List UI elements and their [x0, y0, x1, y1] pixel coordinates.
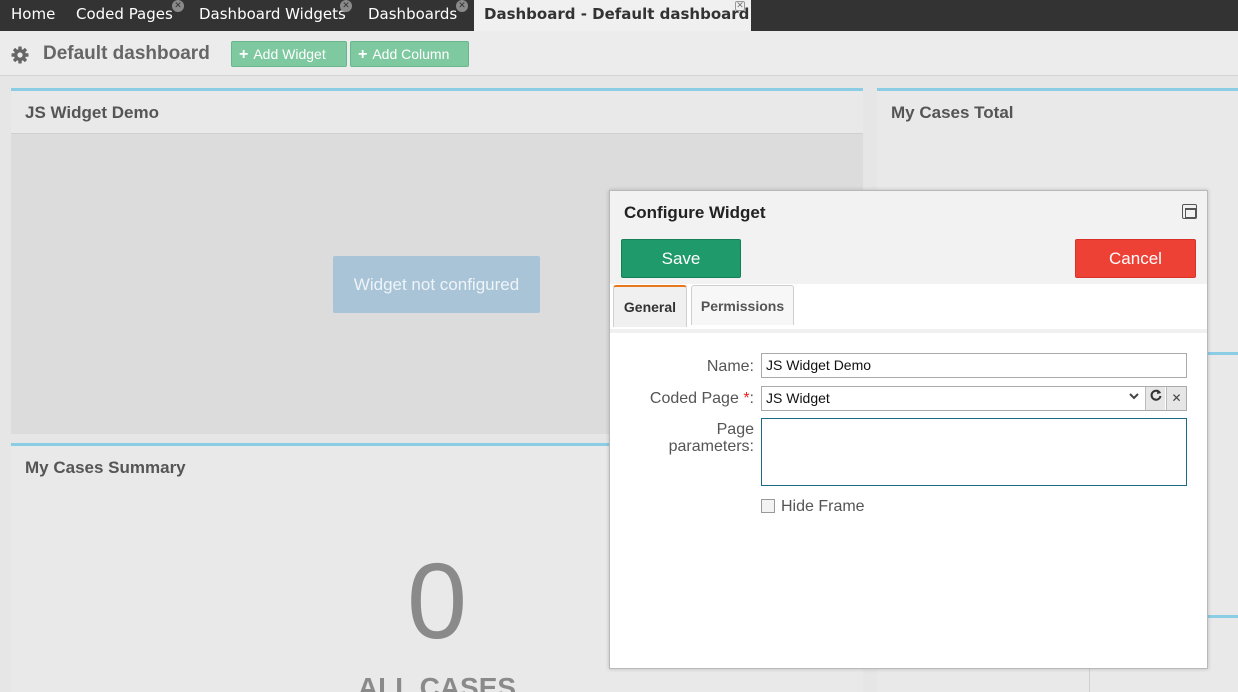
page-parameters-label-line2: parameters:: [668, 438, 754, 455]
hide-frame-checkbox[interactable]: [761, 499, 775, 513]
page-parameters-label: Page parameters:: [640, 421, 754, 455]
coded-page-label-text: Coded Page: [649, 390, 739, 407]
close-icon[interactable]: ✕: [735, 1, 745, 11]
page-parameters-label-line1: Page: [716, 421, 754, 438]
widget-title: My Cases Summary: [25, 458, 186, 477]
save-button[interactable]: Save: [621, 239, 741, 278]
page-title: Default dashboard: [43, 43, 210, 64]
dialog-header: Configure Widget Save Cancel: [610, 191, 1207, 284]
plus-icon: +: [358, 46, 368, 63]
name-field[interactable]: JS Widget Demo: [761, 353, 1187, 378]
tab-dashboards-label: Dashboards: [368, 5, 458, 23]
tab-dashboard-widgets-label: Dashboard Widgets: [199, 5, 346, 23]
plus-icon: +: [239, 46, 249, 63]
tab-permissions[interactable]: Permissions: [691, 285, 794, 325]
name-label: Name:: [706, 358, 754, 375]
dialog-tabs: General Permissions: [610, 284, 1207, 330]
cancel-button[interactable]: Cancel: [1075, 239, 1196, 278]
close-icon[interactable]: ✕: [172, 0, 184, 12]
maximize-icon[interactable]: [1182, 204, 1197, 219]
widget-title: My Cases Total: [891, 103, 1014, 122]
tab-home-label: Home: [11, 5, 56, 23]
tab-dashboard-widgets[interactable]: Dashboard Widgets ✕: [199, 0, 352, 31]
coded-page-label: Coded Page *:: [630, 390, 754, 408]
close-icon[interactable]: ✕: [340, 0, 352, 12]
cases-caption: ALL CASES: [357, 672, 517, 692]
dialog-title: Configure Widget: [624, 203, 766, 222]
coded-page-select[interactable]: JS Widget ✕: [761, 386, 1187, 411]
dashboard-header: Default dashboard + Add Widget + Add Colum…: [0, 31, 1238, 76]
tab-general[interactable]: General: [613, 285, 687, 327]
close-icon[interactable]: ✕: [456, 0, 468, 12]
add-column-label: Add Column: [372, 46, 450, 62]
tab-dashboards[interactable]: Dashboards ✕: [368, 0, 468, 31]
tab-divider: [610, 329, 1207, 333]
add-widget-label: Add Widget: [253, 46, 326, 62]
clear-icon[interactable]: ✕: [1166, 387, 1186, 410]
label-colon: :: [749, 390, 754, 407]
add-column-button[interactable]: + Add Column: [350, 41, 469, 67]
coded-page-value: JS Widget: [766, 390, 830, 406]
gear-icon[interactable]: [10, 45, 30, 65]
refresh-icon[interactable]: [1145, 387, 1165, 410]
top-tab-bar: Home Coded Pages ✕ Dashboard Widgets ✕ Das…: [0, 0, 1238, 31]
tab-default-dashboard[interactable]: Dashboard - Default dashboard ✕: [474, 0, 751, 31]
tab-coded-pages-label: Coded Pages: [76, 5, 173, 23]
page-parameters-textarea[interactable]: [761, 418, 1187, 486]
tab-coded-pages[interactable]: Coded Pages ✕: [76, 0, 184, 31]
hide-frame-label[interactable]: Hide Frame: [781, 498, 865, 516]
add-widget-button[interactable]: + Add Widget: [231, 41, 347, 67]
widget-title: JS Widget Demo: [25, 103, 159, 122]
chevron-down-icon[interactable]: [1124, 387, 1144, 410]
tab-default-dashboard-label: Dashboard - Default dashboard: [484, 5, 750, 23]
tab-home[interactable]: Home: [11, 0, 55, 31]
configure-widget-dialog: Configure Widget Save Cancel General Per…: [609, 190, 1208, 669]
widget-not-configured-notice: Widget not configured: [333, 256, 540, 313]
